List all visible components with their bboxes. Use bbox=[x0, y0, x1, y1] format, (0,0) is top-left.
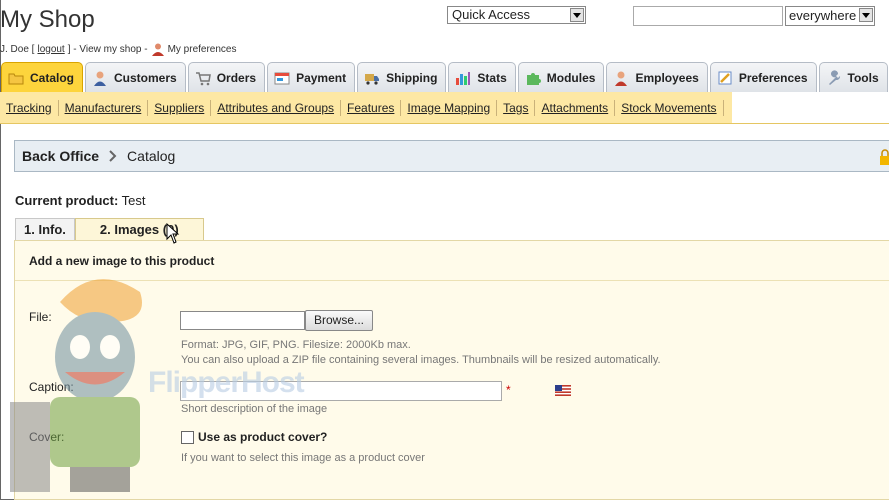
truck-icon bbox=[365, 73, 380, 85]
tab-label: Catalog bbox=[30, 70, 75, 85]
current-product-name: Test bbox=[121, 193, 146, 208]
us-flag-icon[interactable] bbox=[555, 385, 571, 396]
breadcrumb-current: Catalog bbox=[127, 148, 176, 164]
subnav-attributes-groups[interactable]: Attributes and Groups bbox=[211, 99, 342, 116]
tab-stats[interactable]: Stats bbox=[448, 62, 516, 92]
tab-label: Payment bbox=[296, 70, 347, 85]
breadcrumb-root[interactable]: Back Office bbox=[22, 148, 99, 164]
browse-button[interactable]: Browse... bbox=[305, 310, 373, 331]
search-scope-select[interactable]: everywhere bbox=[785, 6, 875, 26]
caption-label: Caption: bbox=[29, 380, 74, 394]
cover-hint: If you want to select this image as a pr… bbox=[181, 452, 425, 464]
main-tabs: Catalog Customers Orders Payment Shippin… bbox=[0, 62, 889, 92]
tab-label: Stats bbox=[477, 70, 507, 85]
puzzle-icon bbox=[526, 72, 541, 85]
customer-icon bbox=[94, 71, 107, 86]
view-shop-link[interactable]: ] - View my shop - bbox=[68, 44, 148, 55]
subnav-stock-movements[interactable]: Stock Movements bbox=[615, 99, 724, 116]
file-label: File: bbox=[29, 310, 52, 324]
caption-hint: Short description of the image bbox=[181, 403, 328, 415]
tab-label: Employees bbox=[635, 70, 699, 85]
shop-title: My Shop bbox=[0, 6, 95, 33]
preferences-icon bbox=[718, 71, 732, 84]
search-scope-value: everywhere bbox=[789, 8, 857, 23]
cover-label: Cover: bbox=[29, 430, 65, 444]
cover-checkbox[interactable] bbox=[181, 431, 194, 444]
tab-orders[interactable]: Orders bbox=[187, 62, 266, 92]
logout-link[interactable]: logout bbox=[37, 44, 64, 55]
quick-access-select[interactable]: Quick Access bbox=[447, 6, 586, 24]
breadcrumb: Back Office Catalog bbox=[14, 140, 889, 172]
subnav-tracking[interactable]: Tracking bbox=[0, 99, 59, 116]
required-mark: * bbox=[506, 383, 511, 397]
tab-tools[interactable]: Tools bbox=[818, 62, 888, 92]
chevron-down-icon[interactable] bbox=[570, 8, 584, 22]
image-upload-panel: Add a new image to this product File: Br… bbox=[14, 240, 889, 500]
subnav-attachments[interactable]: Attachments bbox=[535, 99, 616, 116]
tab-label: Shipping bbox=[386, 70, 438, 85]
zip-hint: You can also upload a ZIP file containin… bbox=[181, 354, 661, 366]
tab-payment[interactable]: Payment bbox=[267, 62, 356, 92]
cover-checkbox-label[interactable]: Use as product cover? bbox=[198, 430, 327, 444]
cart-icon bbox=[195, 71, 211, 85]
tab-label: Customers bbox=[114, 70, 177, 85]
wrench-icon bbox=[828, 69, 840, 85]
chart-icon bbox=[456, 71, 471, 85]
tab-label: Modules bbox=[546, 70, 596, 85]
chevron-down-icon[interactable] bbox=[859, 8, 873, 22]
folder-icon bbox=[8, 73, 24, 84]
catalog-subnav: Tracking Manufacturers Suppliers Attribu… bbox=[0, 92, 889, 124]
chevron-right-icon bbox=[109, 150, 117, 162]
tab-customers[interactable]: Customers bbox=[85, 62, 186, 92]
tab-preferences[interactable]: Preferences bbox=[709, 62, 817, 92]
payment-icon bbox=[274, 72, 290, 84]
my-preferences-link[interactable]: My preferences bbox=[168, 44, 237, 55]
format-hint: Format: JPG, GIF, PNG. Filesize: 2000Kb … bbox=[181, 339, 411, 351]
user-line: J. Doe [ logout ] - View my shop - My pr… bbox=[0, 42, 236, 56]
tab-images[interactable]: 2. Images (0) bbox=[74, 218, 204, 241]
lock-icon[interactable] bbox=[879, 149, 889, 165]
user-icon bbox=[151, 43, 164, 56]
subnav-spacer bbox=[732, 92, 889, 123]
file-input[interactable] bbox=[180, 311, 305, 330]
current-product: Current product: Test bbox=[15, 193, 146, 208]
quick-access-value: Quick Access bbox=[452, 7, 531, 22]
tab-shipping[interactable]: Shipping bbox=[357, 62, 447, 92]
tab-label: Orders bbox=[216, 70, 257, 85]
subnav-tags[interactable]: Tags bbox=[497, 99, 536, 116]
tab-info[interactable]: 1. Info. bbox=[15, 218, 75, 241]
panel-heading: Add a new image to this product bbox=[15, 241, 889, 281]
subnav-image-mapping[interactable]: Image Mapping bbox=[401, 99, 498, 116]
mouse-cursor-icon bbox=[166, 223, 180, 244]
tab-modules[interactable]: Modules bbox=[517, 62, 605, 92]
subnav-features[interactable]: Features bbox=[341, 99, 402, 116]
tab-label: Preferences bbox=[738, 70, 808, 85]
current-product-label: Current product: bbox=[15, 193, 119, 208]
user-name: J. Doe [ bbox=[0, 43, 35, 55]
employee-icon bbox=[615, 71, 628, 86]
tab-label: Tools bbox=[847, 70, 879, 85]
caption-input[interactable] bbox=[180, 381, 502, 401]
tab-catalog[interactable]: Catalog bbox=[1, 62, 84, 92]
search-input[interactable] bbox=[633, 6, 783, 26]
subnav-manufacturers[interactable]: Manufacturers bbox=[59, 99, 149, 116]
subnav-suppliers[interactable]: Suppliers bbox=[148, 99, 212, 116]
tab-employees[interactable]: Employees bbox=[606, 62, 708, 92]
